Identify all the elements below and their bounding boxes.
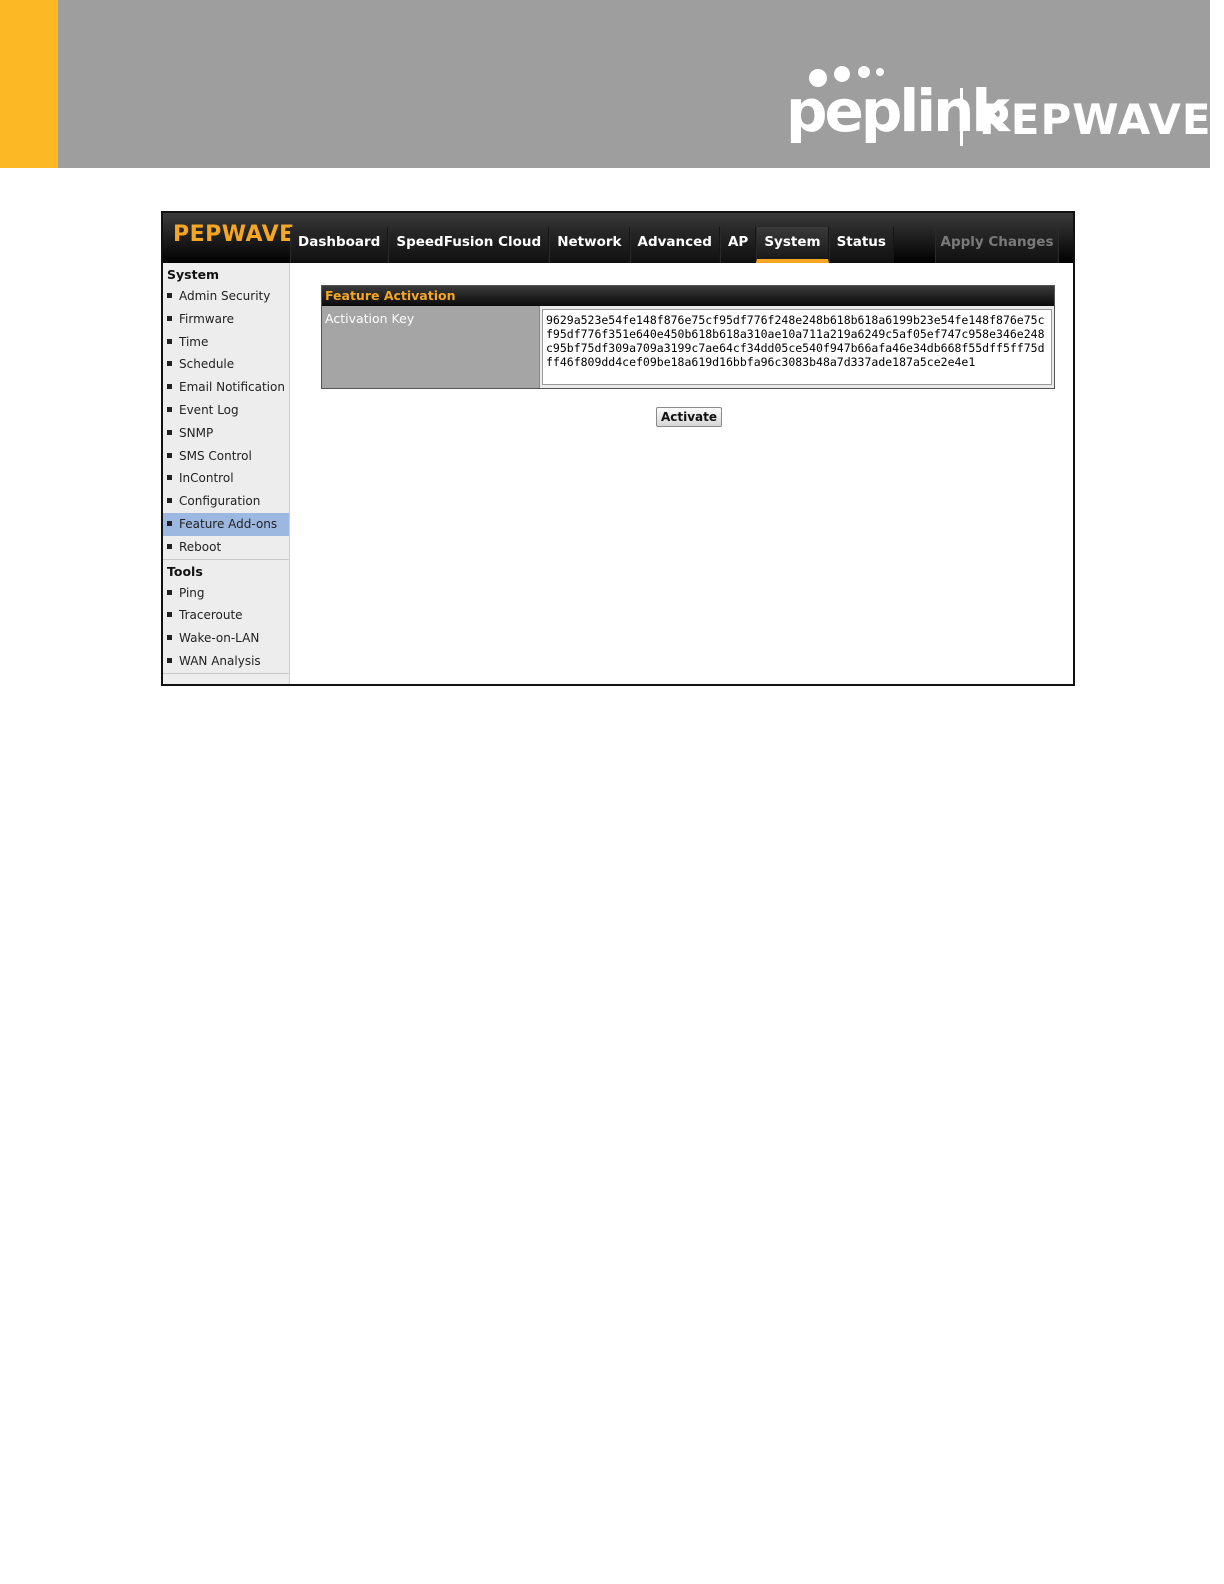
activate-button[interactable]: Activate: [656, 407, 722, 427]
bullet-icon: [167, 293, 172, 298]
activation-key-cell: 9629a523e54fe148f876e75cf95df776f248e248…: [540, 306, 1054, 388]
sidebar-item-label: Ping: [179, 585, 205, 600]
sidebar-item-event-log[interactable]: Event Log: [163, 399, 289, 422]
tab-advanced[interactable]: Advanced: [629, 227, 720, 263]
sidebar-item-schedule[interactable]: Schedule: [163, 353, 289, 376]
sidebar-item-label: Admin Security: [179, 289, 271, 303]
sidebar-item-traceroute[interactable]: Traceroute: [163, 604, 289, 627]
panel-title: Feature Activation: [322, 286, 1054, 306]
sidebar-item-label: Wake-on-LAN: [179, 631, 260, 646]
bullet-icon: [167, 384, 172, 390]
top-navigation-bar: PEPWAVE Dashboard SpeedFusion Cloud Netw…: [163, 213, 1073, 263]
bullet-icon: [167, 498, 172, 504]
product-name: PEPWAVE: [979, 95, 1212, 144]
sidebar-item-firmware[interactable]: Firmware: [163, 308, 289, 331]
sidebar-item-label: Email Notification: [179, 380, 285, 395]
activation-key-label: Activation Key: [322, 306, 540, 388]
sidebar-item-label: Reboot: [179, 539, 222, 554]
sidebar-item-feature-add-ons[interactable]: Feature Add-ons: [163, 512, 289, 536]
sidebar-item-wan-analysis[interactable]: WAN Analysis: [163, 650, 289, 673]
bullet-icon: [167, 635, 172, 641]
tab-network[interactable]: Network: [549, 227, 630, 263]
header-stripe: [1210, 0, 1224, 168]
sidebar-item-label: SMS Control: [179, 448, 252, 463]
sidebar-item-label: InControl: [179, 471, 234, 486]
tab-ap[interactable]: AP: [719, 227, 757, 263]
feature-activation-panel: Feature Activation Activation Key 9629a5…: [321, 285, 1055, 389]
main-nav: Dashboard SpeedFusion Cloud Network Adva…: [290, 227, 894, 263]
sidebar-item-email-notification[interactable]: Email Notification: [163, 376, 289, 399]
apply-changes-button[interactable]: Apply Changes: [935, 227, 1059, 263]
sidebar-divider: [163, 672, 289, 674]
sidebar-item-snmp[interactable]: SNMP: [163, 422, 289, 445]
sidebar-item-sms-control[interactable]: SMS Control: [163, 445, 289, 468]
sidebar-item-label: Configuration: [179, 494, 261, 509]
bullet-icon: [167, 520, 172, 526]
sidebar-heading-tools: Tools: [167, 563, 203, 579]
brand-logo: peplink PEPWAVE: [786, 60, 1211, 150]
sidebar-item-admin-security[interactable]: Admin Security: [163, 285, 289, 308]
sidebar-item-label: Firmware: [179, 311, 234, 326]
bullet-icon: [167, 338, 172, 344]
sidebar-item-label: Traceroute: [179, 608, 243, 623]
sidebar-item-configuration[interactable]: Configuration: [163, 490, 289, 513]
sidebar-item-ping[interactable]: Ping: [163, 582, 289, 605]
activation-key-input[interactable]: 9629a523e54fe148f876e75cf95df776f248e248…: [542, 309, 1052, 385]
company-name: peplink: [786, 77, 1010, 145]
accent-bar: [0, 0, 58, 168]
tab-status[interactable]: Status: [828, 227, 894, 263]
bullet-icon: [167, 543, 172, 549]
sidebar-item-label: Feature Add-ons: [179, 516, 278, 531]
sidebar-item-time[interactable]: Time: [163, 331, 289, 354]
bullet-icon: [167, 612, 172, 618]
sidebar-item-label: Time: [179, 334, 209, 349]
bullet-icon: [167, 361, 172, 367]
bullet-icon: [167, 406, 172, 412]
tab-system[interactable]: System: [756, 227, 829, 263]
activation-key-row: Activation Key 9629a523e54fe148f876e75cf…: [322, 306, 1054, 388]
sidebar-item-label: SNMP: [179, 425, 214, 440]
bullet-icon: [167, 589, 172, 595]
page-header: peplink PEPWAVE: [0, 0, 1224, 168]
app-window: PEPWAVE Dashboard SpeedFusion Cloud Netw…: [161, 211, 1075, 686]
sidebar: System Admin Security Firmware Time Sche…: [163, 263, 290, 684]
app-logo: PEPWAVE: [173, 222, 295, 247]
tab-dashboard[interactable]: Dashboard: [290, 227, 389, 263]
sidebar-heading-system: System: [167, 267, 220, 282]
sidebar-item-label: WAN Analysis: [179, 653, 261, 668]
main-content: Feature Activation Activation Key 9629a5…: [290, 263, 1073, 684]
sidebar-item-reboot[interactable]: Reboot: [163, 536, 289, 559]
bullet-icon: [167, 657, 172, 663]
bullet-icon: [167, 475, 172, 481]
logo-divider: [960, 88, 963, 146]
bullet-icon: [167, 429, 172, 435]
sidebar-item-wake-on-lan[interactable]: Wake-on-LAN: [163, 627, 289, 650]
bullet-icon: [167, 315, 172, 321]
bullet-icon: [167, 452, 172, 458]
sidebar-item-incontrol[interactable]: InControl: [163, 467, 289, 490]
sidebar-item-label: Event Log: [179, 402, 239, 417]
sidebar-item-label: Schedule: [179, 357, 235, 372]
tab-speedfusion-cloud[interactable]: SpeedFusion Cloud: [388, 227, 550, 263]
